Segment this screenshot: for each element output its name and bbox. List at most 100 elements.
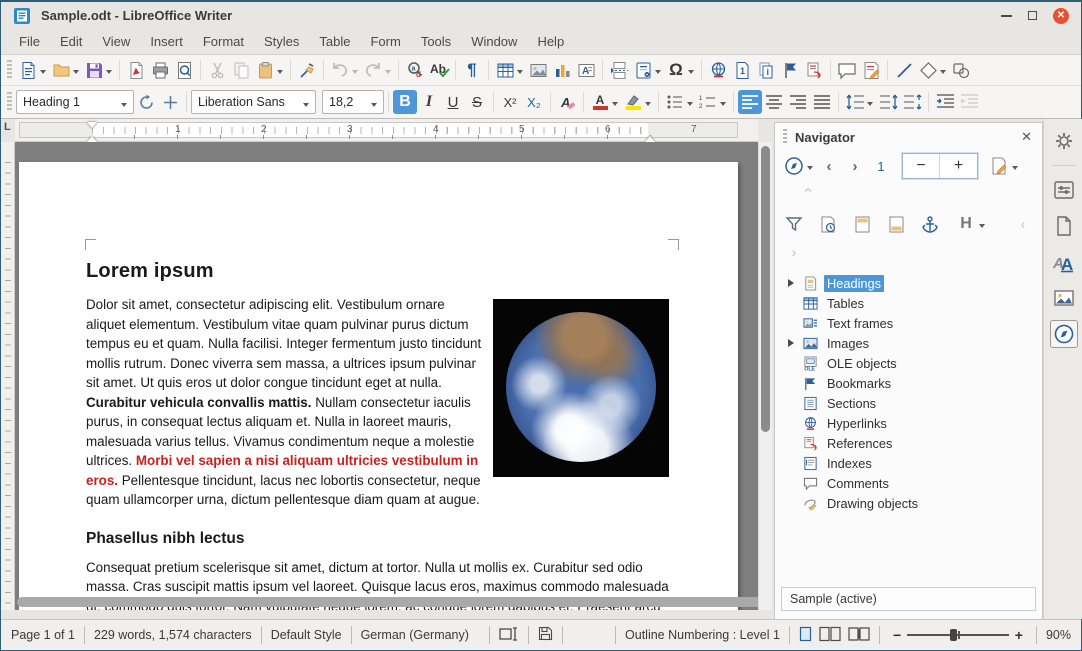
insert-bookmark-button[interactable] — [778, 58, 802, 82]
save-button[interactable] — [82, 58, 106, 82]
page-spinbox[interactable]: −+ — [902, 153, 978, 179]
increase-paragraph-spacing-button[interactable] — [876, 90, 900, 114]
bullet-list-button[interactable] — [663, 90, 687, 114]
navigator-tree[interactable]: Headings Tables Text frames Images OLE O… — [775, 267, 1042, 583]
book-view-icon[interactable] — [848, 626, 870, 645]
document-page[interactable]: Lorem ipsum Dolor sit amet, consectetur … — [19, 162, 738, 610]
page-style-status[interactable]: Default Style — [271, 628, 342, 642]
zoom-out-icon[interactable]: − — [893, 627, 901, 643]
doc-paragraph-1[interactable]: Dolor sit amet, consectetur adipiscing e… — [86, 295, 669, 510]
menu-file[interactable]: File — [9, 30, 50, 53]
special-character-button[interactable]: Ω — [664, 58, 688, 82]
paste-dropdown[interactable] — [277, 70, 283, 77]
expand-arrow-icon[interactable] — [788, 279, 798, 287]
open-button[interactable] — [49, 58, 73, 82]
menu-help[interactable]: Help — [527, 30, 574, 53]
word-count-status[interactable]: 229 words, 1,574 characters — [94, 628, 252, 642]
font-name-combo[interactable]: Liberation Sans — [191, 90, 316, 114]
menu-window[interactable]: Window — [461, 30, 527, 53]
filter-icon[interactable] — [781, 211, 807, 237]
gallery-deck-icon[interactable] — [1050, 284, 1078, 312]
print-button[interactable] — [148, 58, 172, 82]
find-replace-button[interactable]: ad — [403, 58, 427, 82]
page-plus-button[interactable]: + — [940, 154, 977, 178]
nav-item-ole-objects[interactable]: OLE OLE objects — [785, 353, 1042, 373]
para1-run-normal3[interactable]: Pellentesque tincidunt, lacus nec lobort… — [86, 473, 481, 508]
basic-shapes-button[interactable] — [916, 58, 940, 82]
menu-edit[interactable]: Edit — [50, 30, 92, 53]
highlight-color-dropdown[interactable] — [645, 102, 651, 109]
insert-text-box-button[interactable]: A — [574, 58, 598, 82]
align-right-button[interactable] — [786, 90, 810, 114]
menu-form[interactable]: Form — [360, 30, 410, 53]
subscript-button[interactable]: X₂ — [522, 90, 546, 114]
horizontal-ruler[interactable]: 1 2 3 4 5 6 7 — [15, 119, 758, 142]
navigator-document-selector[interactable]: Sample (active) — [781, 587, 1036, 611]
vertical-scrollbar[interactable] — [758, 142, 772, 610]
document-modified-icon[interactable] — [538, 626, 553, 644]
line-spacing-button[interactable] — [843, 90, 867, 114]
selection-mode-icon[interactable] — [499, 627, 519, 644]
menu-tools[interactable]: Tools — [411, 30, 461, 53]
bullet-list-dropdown[interactable] — [687, 102, 693, 109]
sidebar-settings-icon[interactable] — [1050, 127, 1078, 155]
right-indent-marker[interactable] — [645, 131, 655, 142]
track-changes-button[interactable] — [859, 58, 883, 82]
numbered-list-dropdown[interactable] — [720, 102, 726, 109]
zoom-in-icon[interactable]: + — [1015, 627, 1023, 643]
menu-view[interactable]: View — [92, 30, 140, 53]
minimize-button[interactable] — [1001, 15, 1012, 17]
new-document-button[interactable] — [16, 58, 40, 82]
header-icon[interactable] — [849, 211, 875, 237]
drag-mode-dropdown[interactable] — [1012, 166, 1018, 173]
navigator-close-icon[interactable]: ✕ — [1019, 129, 1034, 145]
print-preview-button[interactable] — [172, 58, 196, 82]
expand-arrow-icon[interactable] — [788, 339, 798, 347]
insert-line-button[interactable] — [892, 58, 916, 82]
clear-formatting-button[interactable]: A — [555, 90, 579, 114]
nav-item-sections[interactable]: Sections — [785, 393, 1042, 413]
zoom-slider-thumb[interactable] — [950, 629, 957, 641]
new-style-button[interactable] — [158, 90, 182, 114]
menu-table[interactable]: Table — [309, 30, 360, 53]
doc-heading-1[interactable]: Lorem ipsum — [86, 260, 669, 283]
horizontal-scrollbar[interactable] — [17, 597, 758, 607]
doc-heading-2[interactable]: Phasellus nibh lectus — [86, 530, 669, 548]
underline-button[interactable]: U — [441, 90, 465, 114]
drag-mode-icon[interactable] — [986, 153, 1012, 179]
toolbar-grip[interactable] — [7, 60, 12, 80]
nav-item-comments[interactable]: Comments — [785, 473, 1042, 493]
previous-icon[interactable]: ‹ — [816, 153, 842, 179]
zoom-slider[interactable]: − + — [893, 627, 1023, 643]
superscript-button[interactable]: X² — [498, 90, 522, 114]
toolbar-grip2[interactable] — [7, 92, 12, 112]
earth-image[interactable] — [493, 299, 669, 477]
insert-field-button[interactable] — [631, 58, 655, 82]
insert-image-button[interactable] — [526, 58, 550, 82]
menu-format[interactable]: Format — [193, 30, 254, 53]
font-size-combo[interactable]: 18,2 — [322, 90, 384, 114]
paragraph-style-combo[interactable]: Heading 1 — [16, 90, 134, 114]
heading-levels-icon[interactable]: H — [953, 211, 979, 237]
insert-comment-button[interactable] — [835, 58, 859, 82]
formatting-marks-button[interactable]: ¶ — [460, 58, 484, 82]
heading-levels-dropdown[interactable] — [979, 224, 985, 231]
basic-shapes-dropdown[interactable] — [940, 70, 946, 77]
navigate-by-icon[interactable] — [781, 153, 807, 179]
save-dropdown[interactable] — [106, 70, 112, 77]
properties-deck-icon[interactable] — [1050, 176, 1078, 204]
page-minus-button[interactable]: − — [903, 154, 940, 178]
font-color-button[interactable]: A — [588, 90, 612, 114]
increase-indent-button[interactable] — [933, 90, 957, 114]
insert-footnote-button[interactable]: 1 — [730, 58, 754, 82]
numbered-list-button[interactable]: 12 — [696, 90, 720, 114]
insert-chart-button[interactable] — [550, 58, 574, 82]
navigator-deck-icon[interactable] — [1050, 320, 1078, 348]
page-deck-icon[interactable] — [1050, 212, 1078, 240]
special-character-dropdown[interactable] — [688, 70, 694, 77]
navigate-by-dropdown[interactable] — [807, 166, 813, 173]
para1-run-normal[interactable]: Dolor sit amet, consectetur adipiscing e… — [86, 297, 481, 390]
new-document-dropdown[interactable] — [40, 70, 46, 77]
decrease-paragraph-spacing-button[interactable] — [900, 90, 924, 114]
insert-field-dropdown[interactable] — [655, 70, 661, 77]
